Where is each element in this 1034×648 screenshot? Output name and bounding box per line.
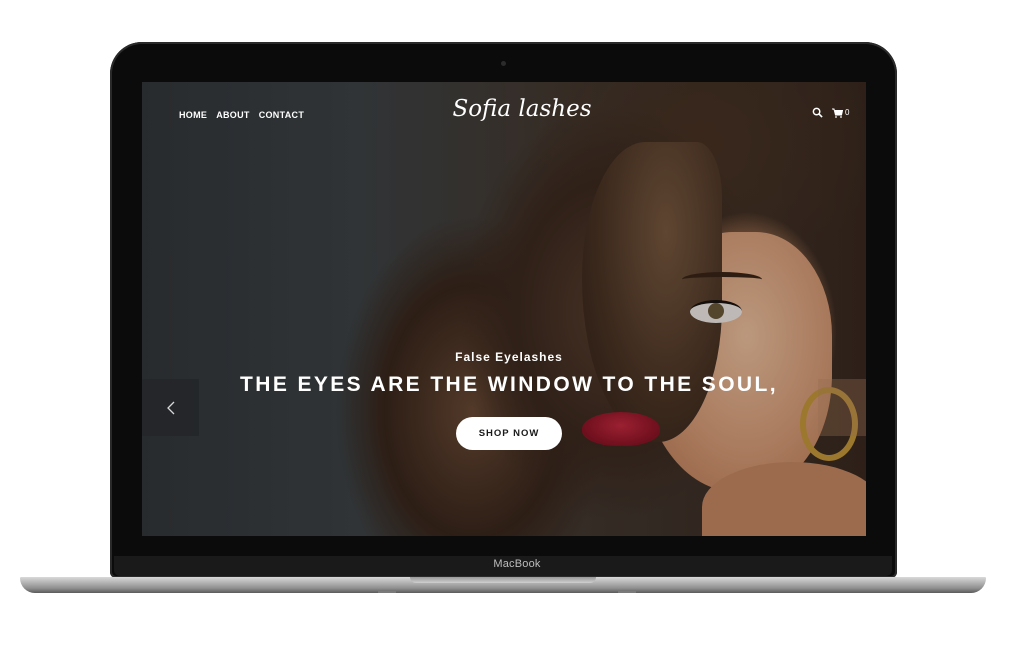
website-screen: HOME ABOUT CONTACT Sofia lashes 0 False … xyxy=(142,82,866,536)
search-icon[interactable] xyxy=(812,107,823,118)
nav-contact[interactable]: CONTACT xyxy=(259,110,304,120)
hero-headline: THE EYES ARE THE WINDOW TO THE SOUL, xyxy=(240,373,778,396)
cart-icon xyxy=(832,108,843,118)
laptop-notch xyxy=(410,577,596,583)
hero-eyebrow: False Eyelashes xyxy=(455,350,563,364)
hero-overlay xyxy=(142,82,866,536)
laptop-foot-left xyxy=(378,591,396,593)
nav-home[interactable]: HOME xyxy=(179,110,207,120)
laptop-brand: MacBook xyxy=(493,558,541,570)
slider-next-button[interactable] xyxy=(818,379,866,436)
webcam-icon xyxy=(501,61,506,66)
chevron-left-icon xyxy=(166,401,174,414)
slider-prev-button[interactable] xyxy=(142,379,199,436)
cart-button[interactable]: 0 xyxy=(832,108,849,118)
cart-count: 0 xyxy=(845,108,850,117)
main-nav: HOME ABOUT CONTACT xyxy=(179,110,304,120)
laptop-foot-right xyxy=(618,591,636,593)
shop-now-button[interactable]: SHOP NOW xyxy=(456,417,562,450)
header-tools: 0 xyxy=(812,107,849,118)
site-logo[interactable]: Sofia lashes xyxy=(422,96,622,122)
nav-about[interactable]: ABOUT xyxy=(216,110,250,120)
